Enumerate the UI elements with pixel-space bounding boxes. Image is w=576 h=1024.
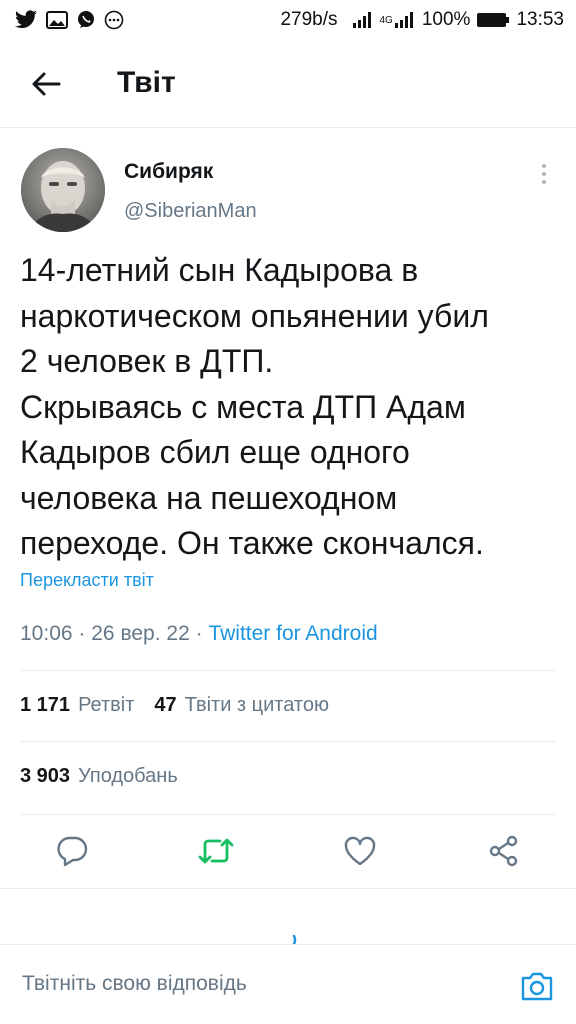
status-bar: 279b/s 4G 100% 13:53 bbox=[0, 0, 576, 40]
retweets-stat[interactable]: 1 171 Ретвіт bbox=[20, 694, 134, 717]
divider bbox=[20, 814, 556, 815]
reply-input[interactable]: Твітніть свою відповідь bbox=[22, 972, 247, 996]
share-button[interactable] bbox=[486, 834, 522, 868]
page-title: Твіт bbox=[117, 66, 176, 99]
tweet-time: 10:06 bbox=[20, 622, 73, 645]
like-button[interactable] bbox=[342, 834, 378, 868]
twitter-icon bbox=[14, 10, 38, 30]
quotes-stat[interactable]: 47 Твіти з цитатою bbox=[154, 694, 329, 717]
arrow-left-icon bbox=[32, 72, 61, 96]
signal-icon bbox=[352, 11, 374, 29]
top-app-bar: Твіт bbox=[0, 40, 576, 128]
more-options-button[interactable] bbox=[532, 160, 556, 188]
divider bbox=[20, 741, 556, 742]
loading-spinner bbox=[276, 930, 298, 944]
avatar[interactable] bbox=[21, 148, 105, 232]
reply-composer-bar: Твітніть свою відповідь bbox=[0, 944, 576, 1024]
network-speed: 279b/s bbox=[280, 9, 338, 30]
meta-separator: · bbox=[78, 622, 86, 645]
like-stats: 3 903 Уподобань bbox=[20, 765, 178, 788]
share-icon bbox=[489, 835, 518, 867]
clock: 13:53 bbox=[516, 9, 564, 30]
divider bbox=[20, 670, 556, 671]
quotes-count: 47 bbox=[154, 694, 177, 716]
reply-button[interactable] bbox=[54, 834, 90, 868]
divider bbox=[0, 888, 576, 889]
dot bbox=[542, 180, 546, 184]
author-handle[interactable]: @SiberianMan bbox=[124, 200, 257, 223]
gallery-icon bbox=[46, 11, 68, 29]
quotes-label: Твіти з цитатою bbox=[184, 694, 329, 716]
battery-percent: 100% bbox=[421, 9, 471, 30]
dot bbox=[542, 172, 546, 176]
tweet-date: 26 вер. 22 bbox=[91, 622, 190, 645]
system-status: 279b/s 4G 100% 13:53 bbox=[280, 9, 564, 31]
notification-icons bbox=[14, 10, 124, 30]
retweet-icon bbox=[198, 838, 234, 864]
likes-stat[interactable]: 3 903 Уподобань bbox=[20, 765, 178, 788]
camera-icon bbox=[521, 972, 553, 1001]
dot bbox=[542, 164, 546, 168]
tweet-text: 14-летний сын Кадырова в наркотическом о… bbox=[20, 252, 489, 561]
tweet-meta: 10:06 · 26 вер. 22 · Twitter for Android bbox=[20, 622, 378, 646]
tweet-action-bar bbox=[0, 826, 576, 876]
reply-icon bbox=[57, 836, 88, 866]
likes-label: Уподобань bbox=[78, 765, 178, 787]
retweet-stats: 1 171 Ретвіт 47 Твіти з цитатою bbox=[20, 694, 329, 717]
signal-4g-icon: 4G bbox=[380, 11, 416, 29]
camera-button[interactable] bbox=[520, 969, 554, 1003]
battery-icon bbox=[476, 11, 510, 29]
viber-icon bbox=[76, 10, 96, 30]
like-icon bbox=[344, 836, 376, 866]
more-notifications-icon bbox=[104, 10, 124, 30]
translate-tweet-link[interactable]: Перекласти твіт bbox=[20, 570, 154, 591]
retweets-count: 1 171 bbox=[20, 694, 71, 716]
retweet-button[interactable] bbox=[198, 834, 234, 868]
meta-separator: · bbox=[195, 622, 203, 645]
retweets-label: Ретвіт bbox=[78, 694, 135, 716]
author-name[interactable]: Сибиряк bbox=[124, 160, 213, 184]
network-type: 4G bbox=[379, 14, 393, 26]
likes-count: 3 903 bbox=[20, 765, 71, 787]
back-button[interactable] bbox=[26, 66, 66, 102]
tweet-source-link[interactable]: Twitter for Android bbox=[208, 622, 377, 645]
